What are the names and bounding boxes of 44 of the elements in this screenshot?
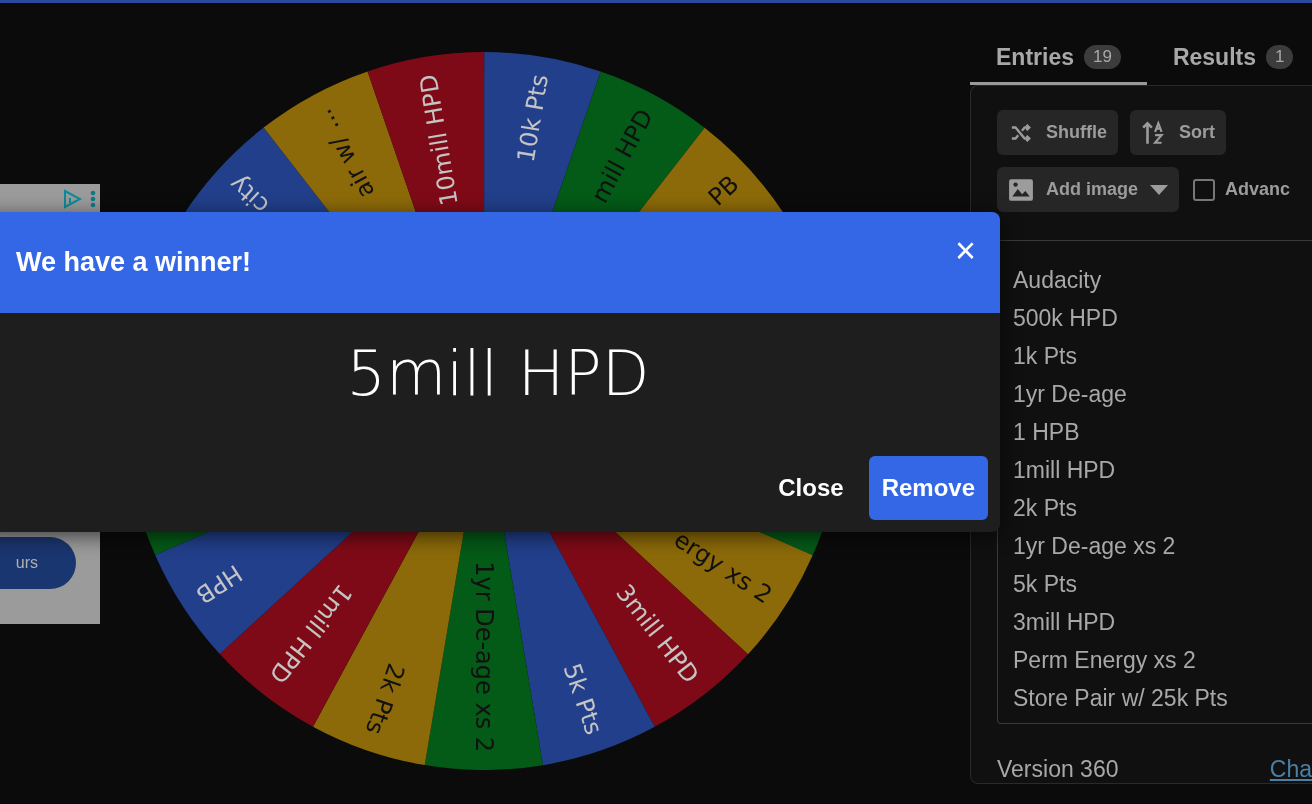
entry-line: 1 HPB <box>1013 418 1081 447</box>
segment-label: HPB <box>190 558 248 610</box>
segment-label: 10k Pts <box>511 72 555 165</box>
close-text-button[interactable]: Close <box>765 456 857 520</box>
segment-label: ergy xs 2 <box>668 525 778 610</box>
entry-line: 1k Pts <box>1013 342 1078 371</box>
tab[interactable]: Results 1 <box>1146 32 1312 85</box>
dialog-title: We have a winner! <box>16 247 252 278</box>
entry-line: Store Pair w/ 25k Pts <box>1013 684 1229 713</box>
checkbox[interactable] <box>1193 178 1215 201</box>
entry-line: 1yr De-age xs 2 <box>1013 532 1177 561</box>
close-button[interactable]: × <box>954 232 976 269</box>
entry-line: 1yr De-age <box>1013 380 1128 409</box>
image-icon <box>1008 177 1034 202</box>
segment-label: 1yr De-age xs 2 <box>469 561 498 753</box>
caret-icon <box>1150 184 1168 195</box>
entry-line: 3mill HPD <box>1013 608 1117 637</box>
changelog-link[interactable]: Cha <box>1269 756 1312 783</box>
action-button[interactable]: Sort <box>1130 110 1226 155</box>
sort-icon <box>1141 119 1167 146</box>
version-text: Version 360 <box>997 756 1119 783</box>
entry-line: 5k Pts <box>1013 570 1078 599</box>
count-badge: 1 <box>1266 45 1294 69</box>
remove-button[interactable]: Remove <box>868 456 988 520</box>
segment-label: 10mill HPD <box>414 72 464 208</box>
checkbox-label: Advanc <box>1225 179 1291 200</box>
action-button[interactable]: Shuffle <box>997 110 1118 155</box>
add-image-button[interactable]: Add image <box>997 167 1179 212</box>
play-icon[interactable] <box>62 189 82 209</box>
winner-text: 5mill HPD <box>346 337 650 410</box>
more-icon[interactable] <box>90 190 96 208</box>
segment-label: air w/ ... <box>309 104 381 204</box>
count-badge: 19 <box>1084 45 1121 69</box>
entry-line: 1mill HPD <box>1013 456 1117 485</box>
entry-line: 2k Pts <box>1013 494 1078 523</box>
segment-label: PB <box>702 169 745 212</box>
ad-button[interactable]: urs <box>0 537 76 589</box>
segment-label: mill HPD <box>585 104 659 208</box>
segment-label: 2k Pts <box>359 659 411 739</box>
entry-line: Audacity <box>1013 266 1103 295</box>
segment-label: 5k Pts <box>557 659 608 739</box>
segment-label: city <box>223 169 275 220</box>
entry-line: Perm Energy xs 2 <box>1013 646 1197 675</box>
entry-line: 500k HPD <box>1013 304 1119 333</box>
